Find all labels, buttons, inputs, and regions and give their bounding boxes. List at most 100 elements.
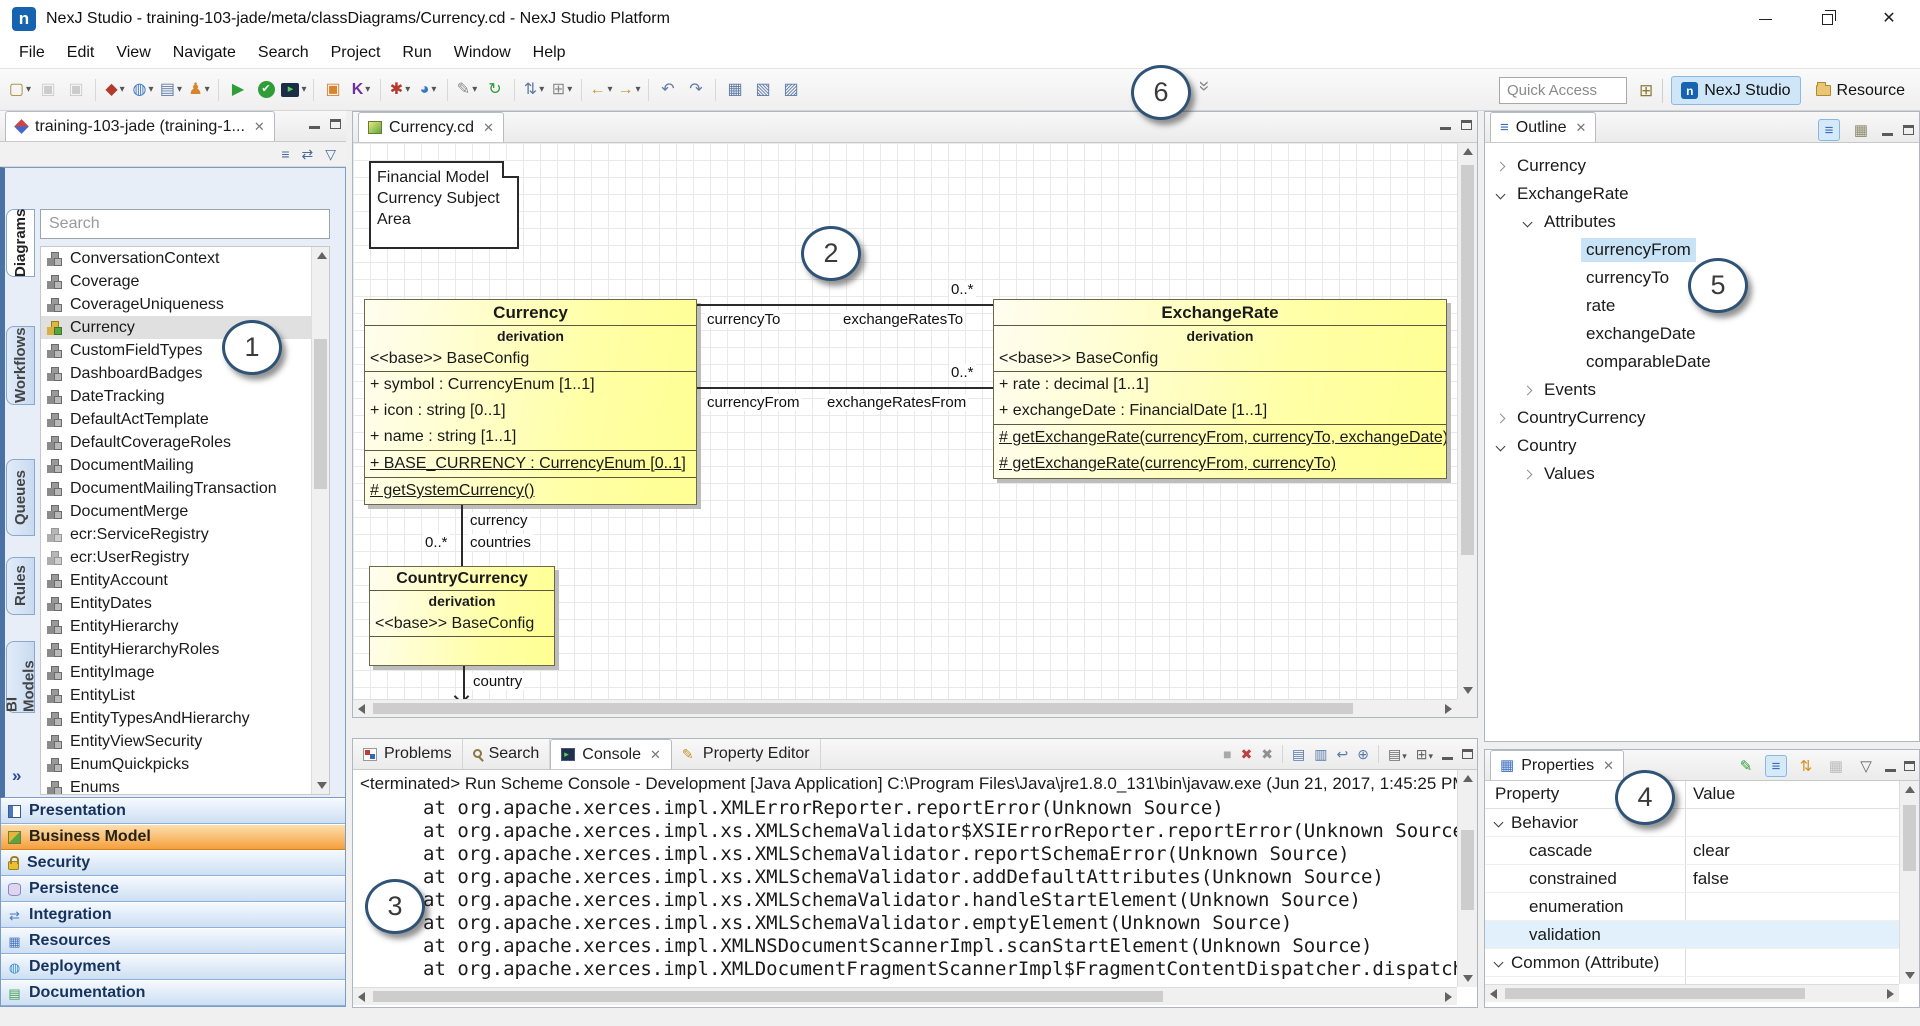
category-documentation[interactable]: ▤ Documentation: [1, 980, 345, 1006]
outline-item[interactable]: ExchangeRate: [1485, 180, 1919, 208]
diagram-canvas[interactable]: Financial Model Currency Subject Area Cu…: [353, 143, 1457, 699]
toolbar-separator[interactable]: [95, 79, 96, 101]
category-presentation[interactable]: Presentation: [1, 798, 345, 824]
class-box-currency[interactable]: Currency derivation <<base>> BaseConfig …: [364, 299, 697, 505]
editor-horizontal-scrollbar[interactable]: [353, 699, 1457, 717]
redo-button[interactable]: ↷: [683, 77, 709, 103]
property-row[interactable]: validation: [1485, 921, 1899, 949]
attribute-row[interactable]: + rate : decimal [1..1]: [994, 372, 1446, 398]
toolbar-separator[interactable]: [648, 79, 649, 101]
association-line-exchangeratesto[interactable]: [697, 304, 993, 306]
toolbar-separator[interactable]: [581, 79, 582, 101]
property-row[interactable]: constrained false: [1485, 865, 1899, 893]
attribute-row[interactable]: + name : string [1..1]: [365, 424, 696, 450]
sort-icon[interactable]: ⇅: [1795, 755, 1817, 777]
word-wrap-icon[interactable]: ↩: [1337, 747, 1349, 761]
attribute-row[interactable]: + symbol : CurrencyEnum [1..1]: [365, 372, 696, 398]
navigator-item[interactable]: DefaultActTemplate: [41, 408, 329, 431]
package-check-button[interactable]: ▣: [320, 77, 346, 103]
tree-view-icon[interactable]: ≡: [1765, 755, 1787, 777]
menu-item[interactable]: Project: [320, 40, 392, 66]
toolbar-separator[interactable]: [313, 79, 314, 101]
sidebar-tab-diagrams[interactable]: Diagrams: [6, 209, 35, 277]
class-box-exchangerate[interactable]: ExchangeRate derivation <<base>> BaseCon…: [993, 299, 1447, 479]
expand-chevron-icon[interactable]: [1494, 958, 1504, 968]
undo-button[interactable]: ↶: [655, 77, 681, 103]
console-output[interactable]: at org.apache.xerces.impl.XMLErrorReport…: [353, 797, 1457, 987]
scroll-left-arrow[interactable]: [358, 992, 365, 1002]
scrollbar-thumb[interactable]: [1461, 830, 1474, 910]
open-perspective-icon[interactable]: ⊞: [1639, 81, 1653, 101]
scroll-right-arrow[interactable]: [1445, 992, 1452, 1002]
run-button[interactable]: ▶: [225, 77, 251, 103]
tab-property-editor[interactable]: Property Editor ✕: [672, 739, 821, 769]
wand-button[interactable]: ✎: [454, 77, 480, 103]
outline-item[interactable]: Currency: [1485, 152, 1919, 180]
scroll-down-arrow[interactable]: [1463, 975, 1473, 982]
close-tab-icon[interactable]: ✕: [1575, 120, 1586, 136]
scrollbar-thumb[interactable]: [373, 991, 1163, 1002]
menu-item[interactable]: Navigate: [162, 40, 247, 66]
remove-launch-icon[interactable]: ✖: [1241, 747, 1253, 761]
menu-item[interactable]: View: [105, 40, 161, 66]
remove-all-launches-icon[interactable]: ✖: [1261, 747, 1273, 761]
new-wizard-button[interactable]: ▢: [7, 77, 33, 103]
property-row[interactable]: Common (Attribute): [1485, 949, 1899, 977]
toolbar-separator[interactable]: [447, 79, 448, 101]
filter-icon[interactable]: ▦: [1825, 755, 1847, 777]
terminate-icon[interactable]: ■: [1223, 747, 1231, 761]
scroll-right-arrow[interactable]: [1445, 704, 1452, 714]
side-tabs-overflow-icon[interactable]: »: [12, 766, 21, 786]
perspective-nexj-studio[interactable]: n NexJ Studio: [1671, 76, 1800, 105]
toolbar-overflow-chevron-icon[interactable]: »: [1192, 81, 1214, 92]
attribute-row[interactable]: + exchangeDate : FinancialDate [1..1]: [994, 398, 1446, 424]
menu-item[interactable]: Run: [391, 40, 442, 66]
navigator-item[interactable]: EnumQuickpicks: [41, 753, 329, 776]
minimize-view-icon[interactable]: [1882, 133, 1893, 136]
maximize-view-icon[interactable]: [1462, 749, 1473, 759]
close-tab-icon[interactable]: ✕: [483, 120, 494, 136]
association-line-countries[interactable]: [461, 505, 463, 566]
property-row[interactable]: Behavior: [1485, 809, 1899, 837]
scrollbar-thumb[interactable]: [1505, 988, 1805, 999]
minimize-view-icon[interactable]: [309, 126, 320, 129]
maximize-view-icon[interactable]: [330, 119, 341, 129]
maximize-view-icon[interactable]: [1903, 125, 1914, 135]
scheme-button[interactable]: K: [348, 77, 374, 103]
layer-button-3[interactable]: ▨: [778, 77, 804, 103]
outline-item[interactable]: comparableDate: [1485, 348, 1919, 376]
scroll-up-arrow[interactable]: [317, 252, 327, 259]
attribute-row[interactable]: + icon : string [0..1]: [365, 398, 696, 424]
close-window-button[interactable]: ✕: [1858, 0, 1920, 38]
scroll-up-arrow[interactable]: [1463, 775, 1473, 782]
tab-console[interactable]: Console ✕: [550, 739, 672, 769]
menu-item[interactable]: Edit: [56, 40, 106, 66]
navigator-item[interactable]: DateTracking: [41, 385, 329, 408]
navigator-item[interactable]: EntityTypesAndHierarchy: [41, 707, 329, 730]
expand-chevron-icon[interactable]: [1523, 469, 1533, 479]
outline-item[interactable]: CountryCurrency: [1485, 404, 1919, 432]
navigator-item[interactable]: DocumentMerge: [41, 500, 329, 523]
scroll-right-arrow[interactable]: [1887, 989, 1894, 999]
navigator-item[interactable]: EntityDates: [41, 592, 329, 615]
view-menu-icon[interactable]: ▽: [1855, 755, 1877, 777]
minimize-view-icon[interactable]: [1885, 769, 1896, 772]
search-input[interactable]: [40, 209, 330, 239]
navigator-item[interactable]: Enums: [41, 776, 329, 795]
navigator-item[interactable]: EntityHierarchyRoles: [41, 638, 329, 661]
sidebar-tab-queues[interactable]: Queues: [6, 459, 35, 536]
sidebar-tab-rules[interactable]: Rules: [6, 557, 35, 615]
scroll-up-arrow[interactable]: [1905, 786, 1915, 793]
navigator-item[interactable]: DashboardBadges: [41, 362, 329, 385]
console-vertical-scrollbar[interactable]: [1457, 770, 1477, 987]
property-row[interactable]: cascade clear: [1485, 837, 1899, 865]
forward-button[interactable]: →: [616, 77, 642, 103]
clear-console-icon[interactable]: ▤: [1292, 747, 1305, 761]
navigator-item[interactable]: DefaultCoverageRoles: [41, 431, 329, 454]
restore-window-button[interactable]: [1796, 0, 1858, 38]
scrollbar-thumb[interactable]: [1903, 805, 1916, 871]
navigator-item[interactable]: EntityList: [41, 684, 329, 707]
model-upgrade-button[interactable]: ◆: [102, 77, 128, 103]
navigator-tab[interactable]: training-103-jade (training-1... ✕: [5, 111, 275, 141]
properties-vertical-scrollbar[interactable]: [1899, 781, 1919, 984]
